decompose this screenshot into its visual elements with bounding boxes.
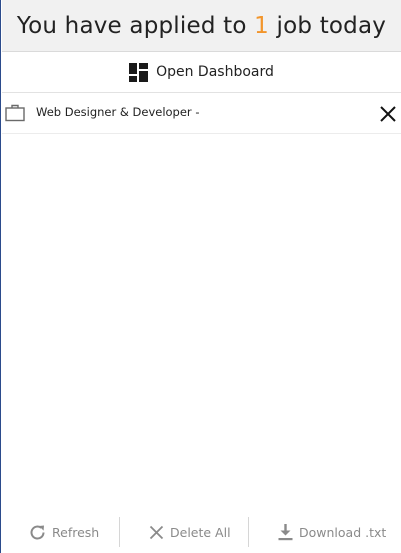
popup-panel: You have applied to 1 job today Open Das…: [0, 0, 401, 553]
download-label: Download .txt: [299, 524, 387, 540]
dashboard-icon: [129, 62, 149, 82]
page-behind-edge: [231, 549, 401, 553]
refresh-label: Refresh: [52, 524, 100, 540]
close-icon: [149, 525, 164, 539]
applied-count-header: You have applied to 1 job today: [2, 0, 401, 52]
remove-job-button[interactable]: [378, 104, 398, 124]
delete-all-label: Delete All: [170, 524, 231, 540]
briefcase-icon: [5, 104, 25, 122]
applied-count: 1: [254, 12, 269, 39]
refresh-icon: [30, 525, 45, 539]
header-prefix: You have applied to: [16, 12, 247, 39]
footer-divider: [248, 517, 249, 547]
delete-all-button[interactable]: Delete All: [148, 511, 231, 553]
download-icon: [278, 523, 293, 540]
open-dashboard-button[interactable]: Open Dashboard: [2, 52, 401, 93]
header-suffix: job today: [276, 12, 387, 39]
job-title[interactable]: Web Designer & Developer -: [36, 105, 199, 119]
download-txt-button[interactable]: Download .txt: [277, 511, 386, 553]
footer-toolbar: Refresh Delete All Download .txt: [2, 511, 401, 553]
footer-divider: [119, 517, 120, 547]
refresh-button[interactable]: Refresh: [28, 511, 99, 553]
job-list-item: Web Designer & Developer -: [2, 93, 401, 134]
open-dashboard-label: Open Dashboard: [156, 64, 274, 80]
close-icon: [380, 106, 396, 122]
